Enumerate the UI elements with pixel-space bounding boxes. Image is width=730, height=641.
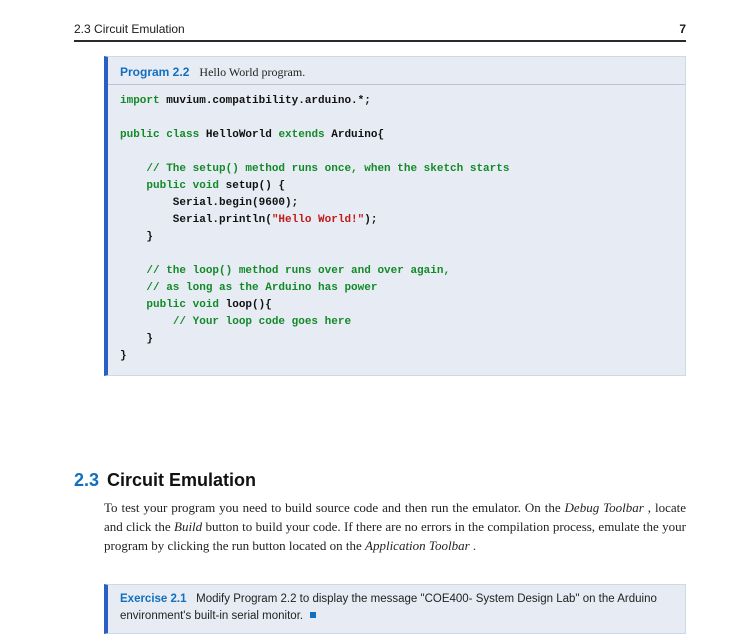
section-heading: 2.3 Circuit Emulation xyxy=(74,470,256,491)
body-italic-2: Build xyxy=(174,519,202,534)
body-italic-1: Debug Toolbar xyxy=(565,500,644,515)
body-text-4: . xyxy=(473,538,476,553)
program-listing: Program 2.2 Hello World program. import … xyxy=(104,56,686,376)
section-number: 2.3 xyxy=(74,470,99,491)
header-rule xyxy=(74,40,686,42)
runhead-sec-num: 2.3 xyxy=(74,22,91,36)
section-title: Circuit Emulation xyxy=(107,470,256,491)
running-header: 2.3 Circuit Emulation 7 xyxy=(74,22,686,36)
body-text-1: To test your program you need to build s… xyxy=(104,500,565,515)
exercise-box: Exercise 2.1 Modify Program 2.2 to displ… xyxy=(104,584,686,634)
body-paragraph: To test your program you need to build s… xyxy=(104,498,686,555)
page-number: 7 xyxy=(679,22,686,36)
exercise-label: Exercise 2.1 xyxy=(120,593,187,605)
program-label: Program 2.2 xyxy=(120,65,189,79)
running-header-left: 2.3 Circuit Emulation xyxy=(74,22,185,36)
program-caption: Program 2.2 Hello World program. xyxy=(120,65,675,80)
program-title: Hello World program. xyxy=(199,65,305,79)
program-caption-rule xyxy=(108,84,685,85)
exercise-endmark-icon xyxy=(310,612,316,618)
exercise-text: Modify Program 2.2 to display the messag… xyxy=(120,593,657,622)
body-italic-3: Application Toolbar xyxy=(365,538,470,553)
page: 2.3 Circuit Emulation 7 Program 2.2 Hell… xyxy=(0,0,730,641)
program-code: import muvium.compatibility.arduino.*; p… xyxy=(120,93,675,365)
runhead-sec-title: Circuit Emulation xyxy=(94,22,185,36)
